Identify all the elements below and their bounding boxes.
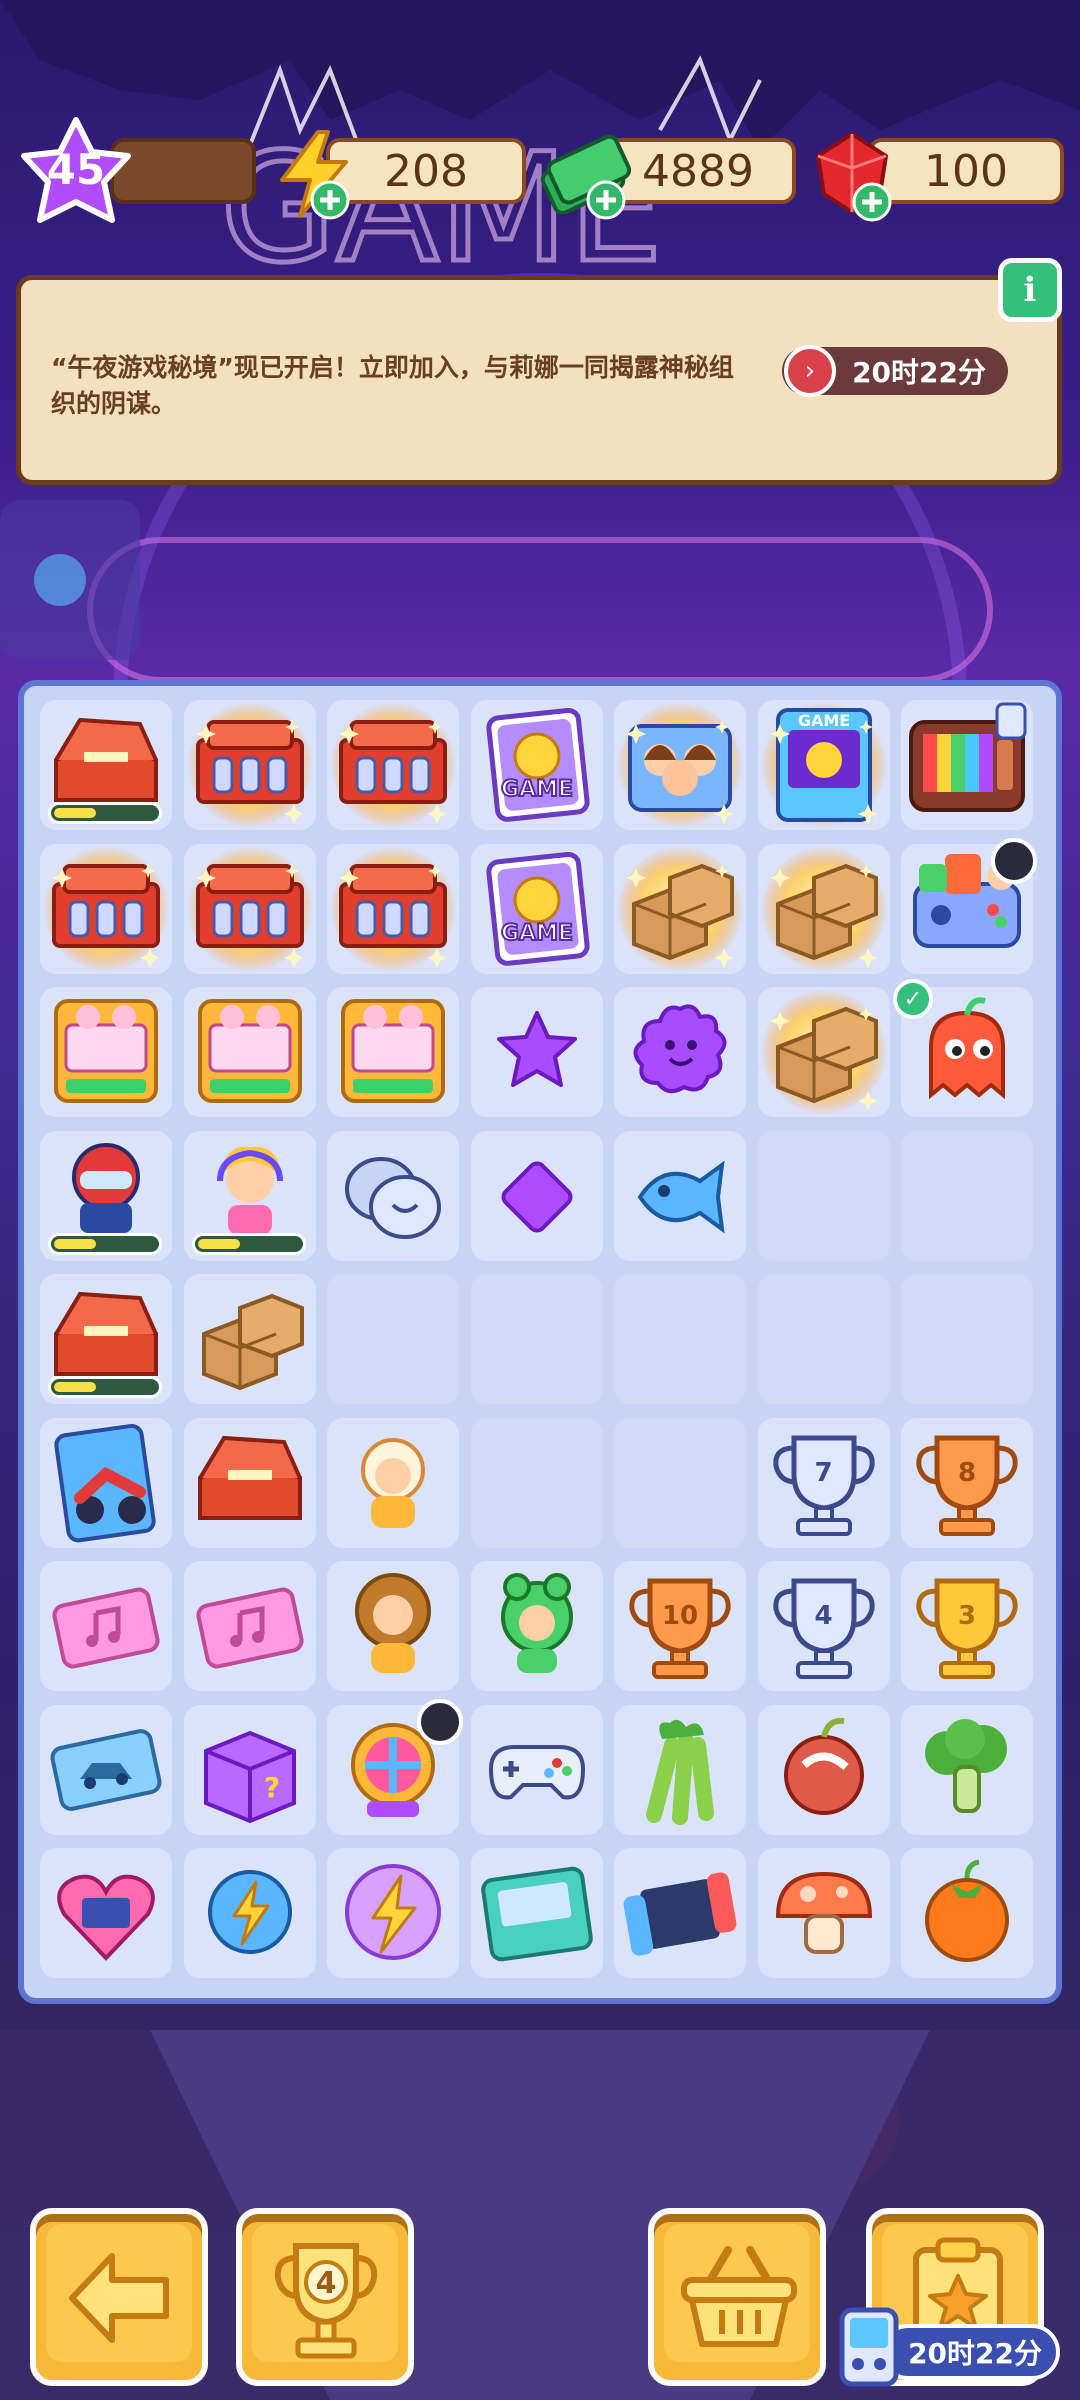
board-cell-clawmachine[interactable] [327,987,459,1117]
board-cell-lionkid[interactable] [327,1561,459,1691]
checkmark-icon: ✓ [893,979,933,1019]
board-cell-chickkid[interactable] [327,1417,459,1548]
svg-text:?: ? [263,1771,279,1804]
board-cell-arcade-sparkling[interactable]: GAME [757,700,890,830]
board-cell-ticket[interactable] [183,1561,316,1691]
board-cell-frogkid[interactable] [470,1561,603,1691]
board-cell-trophy-10[interactable]: 10 [614,1561,746,1691]
board-cell-empty[interactable] [327,1274,459,1404]
add-cash-icon[interactable] [586,180,626,220]
board-cell-empty[interactable] [901,1130,1033,1261]
board-cell-empty[interactable] [614,1417,746,1548]
board-cell-empty[interactable] [757,1274,890,1404]
board-cell-wheel-timer[interactable] [327,1698,463,1835]
board-cell-gamepad[interactable] [470,1704,603,1835]
board-cell-persimmon[interactable] [901,1848,1033,1978]
trophy-level-label: 10 [661,1601,699,1631]
trophy-level-number: 4 [315,2266,337,2301]
svg-text:GAME: GAME [500,921,572,946]
add-gem-icon[interactable] [852,182,892,222]
cooldown-timer-icon [417,1698,463,1745]
board-cell-crate-sparkling[interactable] [183,843,316,974]
board-cell-mushroom[interactable] [757,1848,890,1978]
board-cell-trophy-8[interactable]: 8 [901,1417,1033,1548]
board-cell-fish[interactable] [614,1130,746,1261]
info-icon: i [1023,270,1037,310]
trophy-level-label: 3 [957,1601,977,1631]
board-cell-trophy-7[interactable]: 7 [757,1417,890,1548]
board-cell-coins[interactable] [327,1130,459,1261]
svg-text:GAME: GAME [500,777,572,802]
board-cell-energyorb-big[interactable] [327,1848,459,1978]
board-cell-tv[interactable] [901,700,1033,830]
cooldown-timer-icon [991,837,1037,884]
board-cell-switch[interactable] [614,1848,746,1978]
board-cell-onion[interactable] [757,1704,890,1835]
energy-value: 208 [326,138,526,204]
level-number: 45 [46,145,106,194]
board-cell-carticket[interactable] [40,1704,172,1835]
board-cell-empty[interactable] [757,1130,890,1261]
board-cell-trophy-3[interactable]: 3 [901,1561,1033,1691]
board-cell-purplestar[interactable] [470,987,603,1117]
board-cell-empty[interactable] [901,1274,1033,1404]
board-cell-singer-bar[interactable] [183,1130,316,1261]
event-description: “午夜游戏秘境”现已开启！立即加入，与莉娜一同揭露神秘组织的阴谋。 [51,353,734,418]
board-cell-heartconsole[interactable] [40,1848,172,1978]
board-cell-purpleblob[interactable] [614,987,746,1117]
board-cell-gamebundle-timer[interactable] [901,837,1037,974]
tasks-timer: 20时22分 [880,2324,1060,2380]
charge-progress-bar [48,1232,162,1255]
board-cell-crate-sparkling[interactable] [327,843,459,974]
board-cell-toolbox-bar[interactable] [40,1274,172,1404]
board-cell-empty[interactable] [470,1274,603,1404]
board-cell-mysterybox[interactable]: ? [183,1704,316,1835]
board-cell-racecard[interactable] [40,1417,172,1548]
board-cell-boxes-sparkling[interactable] [757,987,890,1117]
board-cell-trophy-4[interactable]: 4 [757,1561,890,1691]
clock-icon: › [784,345,836,397]
trophy-level-label: 8 [957,1457,977,1488]
board-cell-gamecard[interactable]: GAME [470,700,603,830]
board-cell-toolbox[interactable] [183,1417,316,1548]
charge-progress-bar [48,802,162,824]
handheld-console-icon [839,2307,899,2387]
board-cell-ticket[interactable] [40,1561,172,1691]
board-cell-toolbox-bar[interactable] [40,700,172,830]
board-cell-crate-sparkling[interactable] [327,700,459,830]
board-cell-boxes-sparkling[interactable] [757,843,890,974]
board-cell-clawmachine[interactable] [40,987,172,1117]
board-cell-boxes-sparkling[interactable] [614,843,746,974]
board-cell-racer-bar[interactable] [40,1130,172,1261]
arrow-left-icon [69,2253,169,2343]
trophy-button[interactable]: 4 [236,2208,414,2386]
board-cell-energyorb[interactable] [183,1848,316,1978]
board-cell-clawmachine[interactable] [183,987,316,1117]
board-cell-gem[interactable] [470,1130,603,1261]
board-cell-kids-sparkling[interactable] [614,700,746,830]
board-cell-empty[interactable] [470,1417,603,1548]
trophy-level-label: 4 [814,1601,833,1631]
board-cell-ghost-check[interactable]: ✓ [893,979,1033,1117]
shop-basket-button[interactable] [648,2208,826,2386]
add-energy-icon[interactable] [310,180,350,220]
trophy-level-label: 7 [814,1457,833,1488]
board-cell-broccoli[interactable] [901,1704,1033,1835]
basket-icon [681,2246,797,2347]
board-cell-boxes[interactable] [183,1274,316,1404]
charge-progress-bar [48,1376,162,1398]
board-cell-empty[interactable] [614,1274,746,1404]
board-cell-celery[interactable] [614,1704,746,1835]
board-cell-handheld[interactable] [470,1848,603,1978]
back-button[interactable] [30,2208,208,2386]
board-cell-crate-sparkling[interactable] [183,700,316,830]
info-button[interactable]: i [998,258,1062,322]
board-cell-gamecard[interactable]: GAME [470,843,603,974]
charge-progress-bar [191,1232,306,1255]
gem-value: 100 [868,138,1064,204]
board-cell-crate-sparkling[interactable] [40,843,172,974]
